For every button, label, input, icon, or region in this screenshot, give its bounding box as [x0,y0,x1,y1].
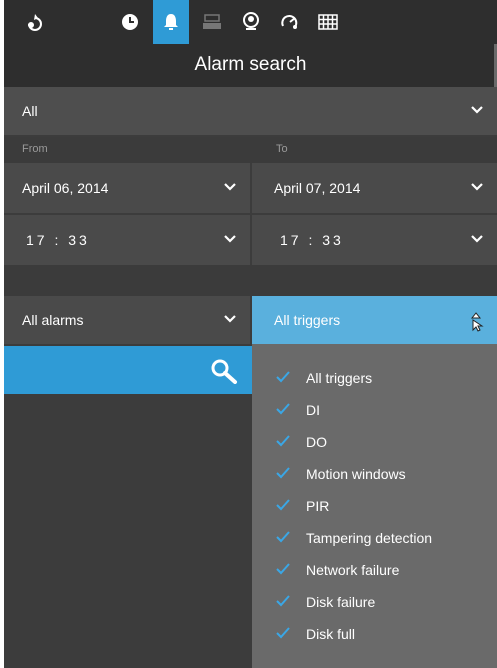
trigger-option-disk-failure[interactable]: Disk failure [252,586,497,618]
rotate-icon[interactable] [16,0,52,44]
section-divider [4,265,497,296]
search-icon [211,359,237,384]
history-icon[interactable] [112,0,148,44]
trigger-option-label: Disk full [306,626,356,642]
from-date-value: April 06, 2014 [22,180,109,196]
from-time-select[interactable]: 17 : 33 [4,215,250,265]
trigger-option-pir[interactable]: PIR [252,490,497,522]
dashboard-icon[interactable] [272,0,308,44]
checkmark-icon [276,595,290,607]
checkmark-icon [276,531,290,543]
date-range-labels: From To [4,137,497,163]
camera-select[interactable]: All [4,87,497,135]
chevron-down-icon [224,183,236,191]
app-frame: Alarm search All From To April 06, 2014 … [4,0,497,668]
trigger-option-motion-windows[interactable]: Motion windows [252,458,497,490]
trigger-option-tampering-detection[interactable]: Tampering detection [252,522,497,554]
from-time-value: 17 : 33 [26,232,90,248]
trigger-option-network-failure[interactable]: Network failure [252,554,497,586]
trigger-option-label: PIR [306,498,330,514]
trigger-option-label: DO [306,434,327,450]
chevron-down-icon [224,315,236,323]
trigger-options-list: All triggers DI DO Motion windows PIR Ta… [252,344,497,668]
trigger-option-label: Tampering detection [306,530,433,546]
top-toolbar [4,0,497,44]
trigger-option-disk-full[interactable]: Disk full [252,618,497,650]
chevron-down-icon [224,235,236,243]
trigger-option-di[interactable]: DI [252,394,497,426]
to-time-value: 17 : 33 [280,232,344,248]
trigger-option-label: DI [306,402,320,418]
to-time-select[interactable]: 17 : 33 [252,215,497,265]
checkmark-icon [276,499,290,511]
checkmark-icon [276,435,290,447]
to-date-select[interactable]: April 07, 2014 [252,163,497,213]
from-date-select[interactable]: April 06, 2014 [4,163,250,213]
checkmark-icon [276,563,290,575]
page-title-bar: Alarm search [4,44,497,87]
trigger-option-label: Motion windows [306,466,406,482]
checkmark-icon [276,627,290,639]
trigger-option-label: Disk failure [306,594,376,610]
alarm-bell-icon[interactable] [153,0,189,44]
alarm-type-select[interactable]: All alarms [4,296,250,344]
to-label: To [276,143,288,155]
checkmark-icon [276,371,290,383]
trigger-option-all-triggers[interactable]: All triggers [252,362,497,394]
chevron-down-icon [471,235,483,243]
mouse-cursor-icon [470,312,484,332]
chevron-down-icon [471,183,483,191]
storage-icon[interactable] [194,0,230,44]
face-search-icon[interactable] [234,0,270,44]
from-label: From [22,143,48,155]
checkmark-icon [276,467,290,479]
trigger-select[interactable]: All triggers [252,296,497,344]
trigger-option-label: All triggers [306,370,373,386]
trigger-option-label: Network failure [306,562,400,578]
search-button[interactable] [4,346,252,394]
chevron-down-icon [471,106,483,114]
grid-icon[interactable] [310,0,346,44]
checkmark-icon [276,403,290,415]
trigger-select-value: All triggers [274,312,341,328]
to-date-value: April 07, 2014 [274,180,361,196]
trigger-option-do[interactable]: DO [252,426,497,458]
camera-select-value: All [22,103,38,119]
page-title: Alarm search [194,54,307,75]
alarm-type-value: All alarms [22,312,84,328]
